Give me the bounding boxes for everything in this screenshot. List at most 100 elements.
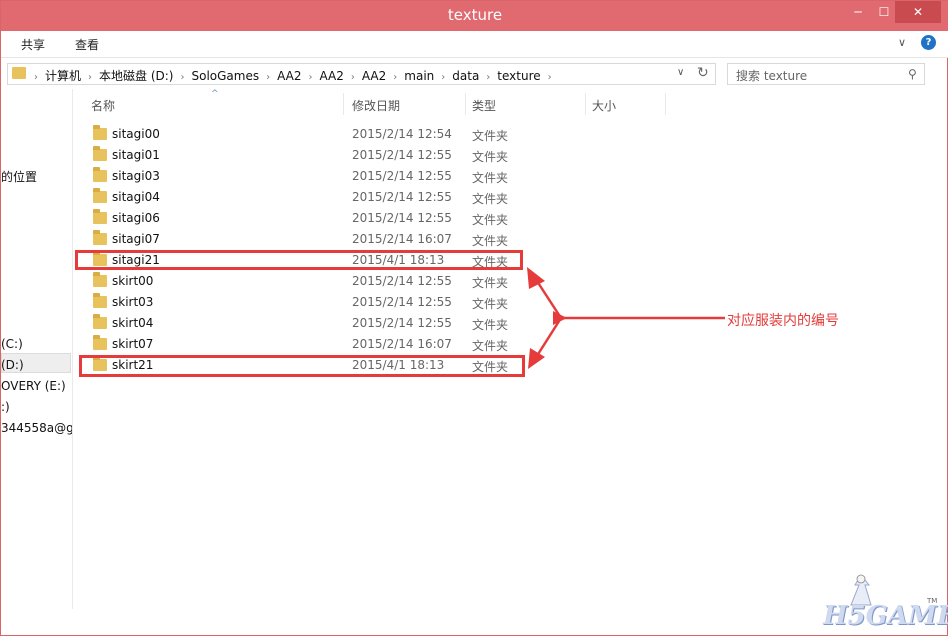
breadcrumb-item[interactable]: AA2: [320, 69, 344, 83]
explorer-window: texture ─ ☐ ✕ 共享 查看 ∨ ? › 计算机 › 本地磁盘 (D:) › S…: [0, 0, 948, 636]
file-type: 文件夹: [472, 276, 509, 290]
arrow-hub: [553, 311, 567, 325]
breadcrumb-item[interactable]: AA2: [277, 69, 301, 83]
search-input[interactable]: 搜索 texture ⚲: [727, 63, 925, 85]
file-date: 2015/2/14 12:55: [352, 274, 452, 288]
address-dropdown-icon[interactable]: ∨: [677, 67, 684, 78]
file-row-sitagi07[interactable]: sitagi07 2015/2/14 16:07 文件夹: [81, 229, 526, 250]
tab-share[interactable]: 共享: [21, 36, 45, 53]
navigation-pane: 的位置 (C:) (D:) OVERY (E:) :) 344558a@gr: [1, 89, 73, 609]
nav-item-places[interactable]: 的位置: [1, 168, 37, 185]
column-header-name[interactable]: 名称: [91, 97, 115, 114]
column-header-type[interactable]: 类型: [472, 97, 496, 114]
nav-item-account[interactable]: 344558a@gr: [1, 421, 72, 435]
file-name: sitagi03: [112, 169, 160, 183]
breadcrumb-item[interactable]: 本地磁盘 (D:): [99, 67, 173, 84]
file-name: skirt00: [112, 274, 154, 288]
breadcrumb-separator-icon[interactable]: ›: [309, 72, 313, 83]
file-row-sitagi06[interactable]: sitagi06 2015/2/14 12:55 文件夹: [81, 208, 526, 229]
folder-icon: [93, 314, 107, 329]
column-divider[interactable]: [343, 93, 344, 115]
breadcrumb-separator-icon[interactable]: ›: [88, 72, 92, 83]
nav-item-drive-f[interactable]: :): [1, 400, 10, 414]
close-button[interactable]: ✕: [895, 1, 941, 23]
highlight-box-skirt21: [79, 355, 525, 377]
file-name: skirt07: [112, 337, 154, 351]
file-date: 2015/2/14 12:55: [352, 295, 452, 309]
folder-icon: [93, 230, 107, 245]
breadcrumb-item[interactable]: AA2: [362, 69, 386, 83]
annotation-label: 对应服装内的编号: [727, 313, 839, 329]
column-header-size[interactable]: 大小: [592, 97, 616, 114]
highlight-box-sitagi21: [75, 250, 523, 270]
file-row-skirt03[interactable]: skirt03 2015/2/14 12:55 文件夹: [81, 292, 526, 313]
breadcrumb-separator-icon[interactable]: ›: [441, 72, 445, 83]
folder-icon: [93, 167, 107, 182]
breadcrumb-item[interactable]: data: [452, 69, 479, 83]
folder-icon: [93, 272, 107, 287]
breadcrumb-separator-icon[interactable]: ›: [548, 72, 552, 83]
title-bar: texture ─ ☐ ✕: [1, 1, 948, 31]
file-row-sitagi01[interactable]: sitagi01 2015/2/14 12:55 文件夹: [81, 145, 526, 166]
folder-icon: [93, 209, 107, 224]
file-row-sitagi00[interactable]: sitagi00 2015/2/14 12:54 文件夹: [81, 124, 526, 145]
search-placeholder: 搜索 texture: [736, 69, 808, 83]
nav-item-drive-e[interactable]: OVERY (E:): [1, 379, 66, 393]
chevron-down-icon[interactable]: ∨: [898, 36, 906, 49]
file-name: sitagi04: [112, 190, 160, 204]
breadcrumb-separator-icon[interactable]: ›: [393, 72, 397, 83]
file-name: skirt04: [112, 316, 154, 330]
help-icon[interactable]: ?: [921, 35, 936, 50]
file-date: 2015/2/14 12:55: [352, 148, 452, 162]
sort-ascending-icon: ^: [211, 89, 219, 99]
folder-icon: [93, 335, 107, 350]
file-date: 2015/2/14 12:54: [352, 127, 452, 141]
breadcrumb-separator-icon[interactable]: ›: [266, 72, 270, 83]
file-date: 2015/2/14 16:07: [352, 232, 452, 246]
file-row-sitagi04[interactable]: sitagi04 2015/2/14 12:55 文件夹: [81, 187, 526, 208]
file-row-skirt07[interactable]: skirt07 2015/2/14 16:07 文件夹: [81, 334, 526, 355]
file-row-skirt04[interactable]: skirt04 2015/2/14 12:55 文件夹: [81, 313, 526, 334]
refresh-icon[interactable]: ↻: [697, 65, 709, 81]
tab-view[interactable]: 查看: [75, 36, 99, 53]
file-type: 文件夹: [472, 234, 509, 248]
file-type: 文件夹: [472, 318, 509, 332]
breadcrumb: › 计算机 › 本地磁盘 (D:) › SoloGames › AA2 › AA2 › AA2 › mai…: [34, 67, 559, 84]
breadcrumb-separator-icon[interactable]: ›: [351, 72, 355, 83]
nav-item-drive-d[interactable]: (D:): [1, 358, 24, 372]
breadcrumb-item[interactable]: main: [404, 69, 434, 83]
breadcrumb-item[interactable]: 计算机: [45, 67, 81, 84]
file-date: 2015/2/14 12:55: [352, 169, 452, 183]
breadcrumb-separator-icon[interactable]: ›: [486, 72, 490, 83]
file-row-skirt00[interactable]: skirt00 2015/2/14 12:55 文件夹: [81, 271, 526, 292]
column-divider[interactable]: [665, 93, 666, 115]
file-date: 2015/2/14 12:55: [352, 316, 452, 330]
site-logo: H5GAME TM: [819, 571, 948, 633]
file-name: sitagi06: [112, 211, 160, 225]
file-date: 2015/2/14 12:55: [352, 211, 452, 225]
file-date: 2015/2/14 12:55: [352, 190, 452, 204]
ribbon: 共享 查看 ∨ ?: [1, 31, 948, 58]
nav-item-drive-c[interactable]: (C:): [1, 337, 23, 351]
search-icon[interactable]: ⚲: [908, 67, 917, 81]
window-title: texture: [447, 6, 503, 24]
breadcrumb-separator-icon[interactable]: ›: [34, 72, 38, 83]
breadcrumb-separator-icon[interactable]: ›: [180, 72, 184, 83]
file-name: sitagi01: [112, 148, 160, 162]
arrow-to-skirt21: [528, 317, 563, 369]
file-name: sitagi00: [112, 127, 160, 141]
file-date: 2015/2/14 16:07: [352, 337, 452, 351]
column-divider[interactable]: [465, 93, 466, 115]
breadcrumb-item[interactable]: texture: [497, 69, 540, 83]
file-type: 文件夹: [472, 171, 509, 185]
folder-icon: [93, 125, 107, 140]
file-row-sitagi03[interactable]: sitagi03 2015/2/14 12:55 文件夹: [81, 166, 526, 187]
file-type: 文件夹: [472, 150, 509, 164]
file-type: 文件夹: [472, 339, 509, 353]
column-divider[interactable]: [585, 93, 586, 115]
column-header-date[interactable]: 修改日期: [352, 97, 400, 114]
trademark: TM: [927, 597, 938, 605]
address-bar[interactable]: › 计算机 › 本地磁盘 (D:) › SoloGames › AA2 › AA2 › AA2 › mai…: [7, 63, 716, 85]
breadcrumb-item[interactable]: SoloGames: [191, 69, 259, 83]
folder-icon: [12, 67, 26, 79]
